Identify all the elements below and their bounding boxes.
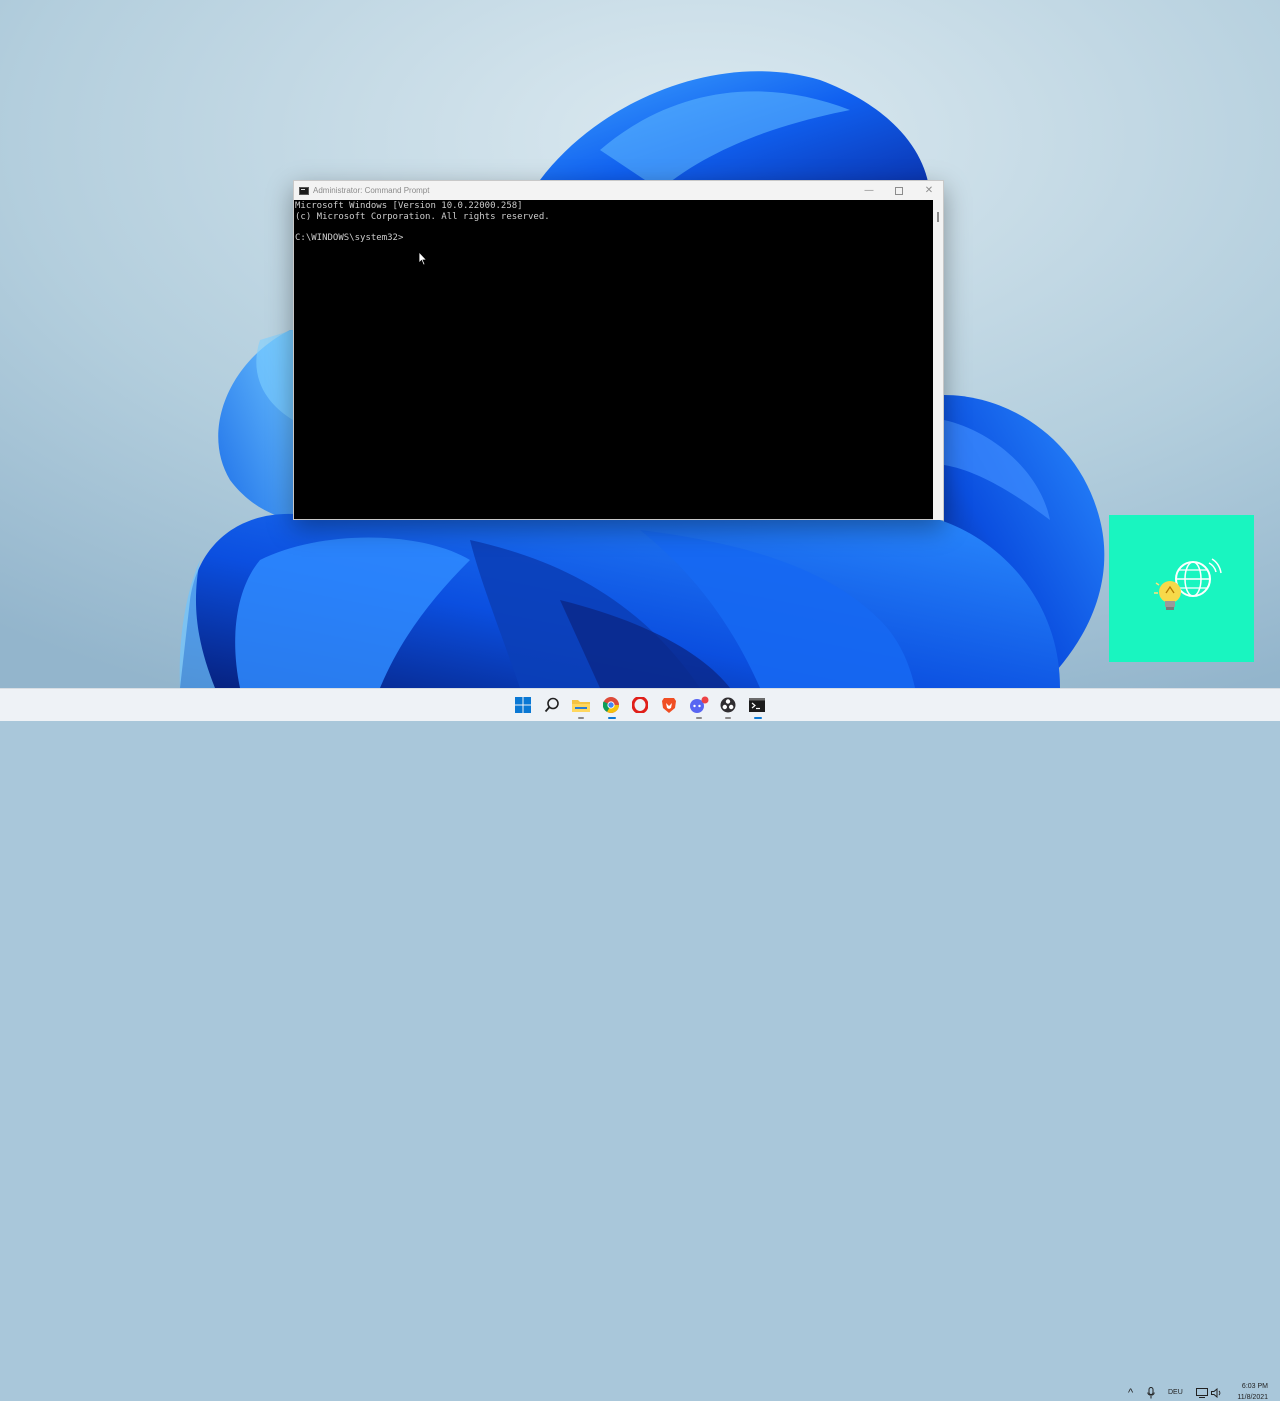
- command-prompt-icon: [749, 698, 765, 712]
- chrome-icon: [603, 697, 619, 713]
- close-button[interactable]: ✕: [914, 181, 944, 200]
- chrome-button[interactable]: [600, 694, 622, 716]
- close-icon: ✕: [924, 185, 934, 196]
- lightbulb-globe-icon: [1154, 558, 1222, 610]
- clock-time[interactable]: 6:03 PM: [1236, 1383, 1268, 1390]
- console-prompt-line[interactable]: C:\WINDOWS\system32>: [295, 233, 934, 244]
- folder-icon: [572, 699, 590, 712]
- opera-icon: [632, 697, 648, 713]
- search-button[interactable]: [541, 694, 563, 716]
- mouse-pointer-icon: [418, 251, 428, 266]
- command-prompt-app-icon: [299, 186, 309, 195]
- maximize-icon: [895, 186, 903, 195]
- input-language-indicator[interactable]: DEU: [1168, 1389, 1183, 1396]
- show-hidden-icons-chevron[interactable]: ^: [1128, 1387, 1133, 1399]
- opera-button[interactable]: [629, 694, 651, 716]
- discord-button[interactable]: [688, 694, 710, 716]
- channel-logo-widget: [1109, 515, 1254, 662]
- clock-date[interactable]: 11/8/2021: [1230, 1394, 1268, 1401]
- console-line: Microsoft Windows [Version 10.0.22000.25…: [295, 201, 523, 211]
- command-prompt-taskbar-button[interactable]: [746, 694, 768, 716]
- brave-button[interactable]: [658, 694, 680, 716]
- windows-start-icon: [515, 697, 531, 713]
- window-titlebar[interactable]: Administrator: Command Prompt — ✕: [294, 181, 943, 200]
- window-title: Administrator: Command Prompt: [313, 186, 430, 195]
- maximize-button[interactable]: [884, 181, 914, 200]
- obs-button[interactable]: [717, 694, 739, 716]
- discord-icon: [690, 696, 709, 713]
- console-line: ​: [295, 222, 934, 233]
- console-output[interactable]: Microsoft Windows [Version 10.0.22000.25…: [294, 200, 934, 520]
- start-button[interactable]: [512, 694, 534, 716]
- obs-icon: [720, 697, 736, 713]
- active-indicator: [608, 717, 616, 719]
- microphone-icon[interactable]: [1147, 1387, 1155, 1399]
- search-icon: [544, 697, 559, 713]
- minimize-icon: —: [864, 185, 874, 196]
- brave-icon: [662, 697, 676, 713]
- active-indicator: [754, 717, 762, 719]
- taskbar: ^ DEU 6:03 PM 11/8/2021: [0, 688, 1280, 1401]
- vertical-scrollbar[interactable]: [933, 200, 943, 520]
- console-line: (c) Microsoft Corporation. All rights re…: [295, 211, 550, 222]
- volume-icon[interactable]: [1211, 1388, 1223, 1398]
- running-indicator: [696, 717, 702, 719]
- minimize-button[interactable]: —: [854, 181, 884, 200]
- network-icon[interactable]: [1196, 1388, 1208, 1398]
- command-prompt-window[interactable]: Administrator: Command Prompt — ✕ Micros…: [293, 180, 944, 520]
- running-indicator: [725, 717, 731, 719]
- running-indicator: [578, 717, 584, 719]
- file-explorer-button[interactable]: [570, 694, 592, 716]
- scrollbar-thumb[interactable]: [937, 212, 939, 222]
